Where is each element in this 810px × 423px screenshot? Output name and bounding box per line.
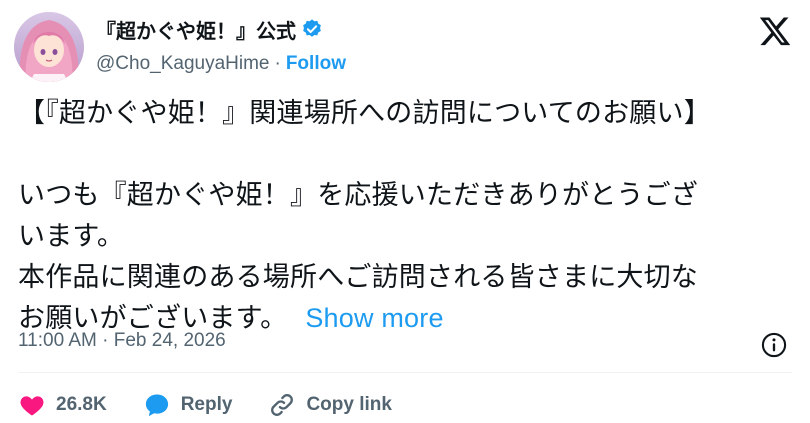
heart-icon [20, 396, 44, 416]
avatar-image [14, 12, 84, 82]
copy-link-button[interactable]: Copy link [268, 391, 392, 419]
like-count: 26.8K [56, 394, 107, 415]
tweet-body: 【『超かぐや姫！』関連場所への訪問についてのお願い】 いつも『超かぐや姫！』を応… [18, 93, 798, 339]
divider [18, 372, 792, 373]
reply-label: Reply [180, 394, 233, 415]
reply-button[interactable]: Reply [143, 391, 233, 419]
follow-button[interactable]: Follow [286, 53, 346, 75]
x-logo-icon[interactable] [758, 14, 792, 48]
author-handle[interactable]: @Cho_KaguyaHime [96, 53, 270, 75]
tweet-card: 『超かぐや姫！』公式 @Cho_KaguyaHime · Follow 【『超か… [0, 0, 810, 423]
speech-bubble-icon [145, 394, 168, 417]
link-icon [271, 394, 294, 416]
avatar[interactable] [14, 12, 84, 82]
tweet-line: 【『超かぐや姫！』関連場所への訪問についてのお願い】 [18, 98, 711, 129]
show-more-link[interactable]: Show more [305, 303, 443, 333]
info-icon[interactable] [760, 331, 788, 359]
timestamp[interactable]: 11:00 AM · Feb 24, 2026 [18, 330, 226, 352]
action-bar: 26.8K Reply Copy link [18, 388, 428, 422]
tweet-line: います。 [18, 221, 125, 252]
author-name-row: 『超かぐや姫！』公式 [96, 14, 323, 44]
verified-badge-icon [301, 18, 323, 40]
like-button[interactable]: 26.8K [18, 391, 107, 419]
tweet-line: 本作品に関連のある場所へご訪問される皆さまに大切な [18, 262, 698, 293]
author-handle-row: @Cho_KaguyaHime · Follow [96, 50, 346, 78]
separator-dot: · [274, 53, 281, 74]
tweet-line: いつも『超かぐや姫！』を応援いただきありがとうござ [18, 180, 698, 211]
copy-link-label: Copy link [306, 394, 392, 415]
author-display-name[interactable]: 『超かぐや姫！』公式 [96, 15, 296, 44]
